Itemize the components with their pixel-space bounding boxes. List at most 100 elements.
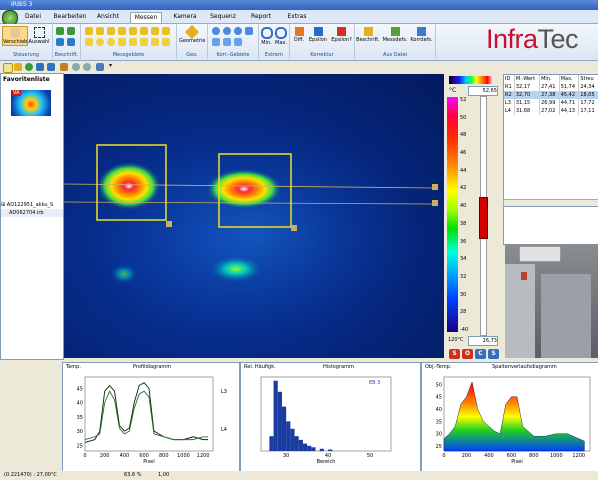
magic-tool-icon[interactable] [151,38,159,46]
scale-tick-label: 48 [460,132,467,139]
zoom-out-icon[interactable] [83,63,91,71]
epsilon-button[interactable]: Epsilon [308,26,328,43]
scale-tick-label: -40 [460,327,469,333]
favorite-thumbnail[interactable]: VA [11,90,51,116]
scale-s-button[interactable]: S [449,349,460,359]
line-handle-l3[interactable] [432,184,438,190]
tab-ansicht[interactable]: Ansicht [94,12,122,22]
x-tick-label: 30 [283,453,289,459]
thermal-image[interactable] [64,74,444,358]
verschieben-button[interactable]: Verschieb. [2,26,29,46]
korr-circle-icon[interactable] [223,27,231,35]
korr-free-icon[interactable] [234,38,242,46]
title-bar: IRBIS 3 [0,0,598,10]
forward-arrow-icon[interactable] [47,63,55,71]
scale-range-label: 120°C [448,337,464,343]
diff-button[interactable]: Diff. [291,26,307,43]
auswahl-button[interactable]: Auswahl [28,26,50,45]
tab-messen[interactable]: Messen [130,12,162,23]
tab-report[interactable]: Report [248,12,274,22]
menu-bar: Datei Bearbeiten Ansicht Messen Kamera S… [0,10,598,26]
scale-s2-button[interactable]: S [488,349,499,359]
messdefs-button[interactable]: Messdefs. [382,26,408,43]
line-tool-icon[interactable] [96,27,104,35]
scale-c-button[interactable]: C [475,349,486,359]
file-item[interactable]: ⊞ AD122951_akku_S [1,201,63,209]
histogram-chart[interactable]: 30 40 50BereichEB 3 [241,371,420,471]
roi-handle-r1[interactable] [166,221,172,227]
scale-tick-label: 36 [460,238,467,245]
scale-min-input[interactable]: 26,73 [468,336,498,346]
move-label-icon[interactable] [56,38,64,46]
column-chart[interactable]: 5045403530250 200 400 600 800 1000 1200Pixel [422,371,598,471]
table-row[interactable]: L4 31,68 27,02 44,13 17,11 [504,107,598,115]
histogram-bar [269,436,274,451]
diff-icon [294,27,304,36]
open-folder-icon[interactable] [14,63,22,71]
polygon-tool-icon[interactable] [118,38,126,46]
table-row[interactable]: R2 32,70 27,38 45,42 18,05 [504,91,598,99]
new-file-icon[interactable] [3,63,13,73]
table-row[interactable]: R1 32,17 27,41 51,74 24,34 [504,83,598,91]
back-arrow-icon[interactable] [36,63,44,71]
y-tick-label: 30 [436,432,442,438]
x-axis-label: Pixel [511,459,523,465]
rectangle-tool-icon[interactable] [85,38,93,46]
min-button[interactable]: Min. [260,26,273,46]
table-row[interactable]: L3 31,15 26,99 44,71 17,72 [504,99,598,107]
tab-bearbeiten[interactable]: Bearbeiten [52,12,88,22]
palette-selector[interactable] [449,76,493,84]
layers-icon[interactable] [96,63,104,71]
x-tick-label: 1000 [177,453,190,459]
group-extrem: Min. Max. Extrem [259,24,290,59]
edit-label-icon[interactable] [67,27,75,35]
add-label-icon[interactable] [56,27,64,35]
quick-toolbar: ▾ [0,61,598,73]
delete-label-icon[interactable] [67,38,75,46]
point-tool-icon[interactable] [85,27,93,35]
scale-max-input[interactable]: 52,65 [468,86,498,96]
brush-icon[interactable] [60,63,68,71]
fill-tool-icon[interactable] [162,38,170,46]
profile-chart[interactable]: 45403530250 200 400 600 800 1000 1200PixelL3L4 [63,371,239,471]
geometrie-button[interactable]: Geometrie [179,24,205,44]
max-button[interactable]: Max. [274,26,288,46]
visual-photo[interactable] [505,244,598,358]
circle-tool-icon[interactable] [107,38,115,46]
file-item-selected[interactable]: AD062704.irb [1,209,63,217]
star-tool-icon[interactable] [129,38,137,46]
line-handle-l4[interactable] [432,200,438,206]
beschrift-load-button[interactable]: Beschrift. [356,26,380,43]
x-axis-label: Bereich [317,459,336,465]
epsilon-query-button[interactable]: Epsilon? [330,26,353,43]
scale-range-slider[interactable] [479,197,488,239]
refresh-icon[interactable] [25,63,33,71]
y-tick-label: 35 [77,415,83,421]
customize-chevron-icon[interactable]: ▾ [109,62,112,69]
korr-poly-icon[interactable] [212,38,220,46]
roi-handle-r2[interactable] [291,225,297,231]
korr-ellipse-icon[interactable] [234,27,242,35]
korrdefs-button[interactable]: Korrdefs. [409,26,434,43]
tab-sequenz[interactable]: Sequenz [208,12,238,22]
scale-tick-label: 52 [460,97,467,103]
arrow-tool-icon[interactable] [162,27,170,35]
region-tool-icon[interactable] [140,38,148,46]
korr-line-icon[interactable] [223,38,231,46]
cross-tool-icon[interactable] [151,27,159,35]
korr-rect-icon[interactable] [245,27,253,35]
angle-tool-icon[interactable] [140,27,148,35]
korr-point-icon[interactable] [212,27,220,35]
scale-o-button[interactable]: O [462,349,473,359]
tab-datei[interactable]: Datei [22,12,44,22]
table-header: ID M.-Wert Min. Max. Streu [504,75,598,83]
scale-tick-label: 50 [460,114,467,121]
curve-tool-icon[interactable] [118,27,126,35]
tab-kamera[interactable]: Kamera [170,12,200,22]
tab-extras[interactable]: Extras [284,12,310,22]
polyline-tool-icon[interactable] [107,27,115,35]
y-tick-label: 40 [436,407,442,413]
zoom-in-icon[interactable] [72,63,80,71]
freehand-tool-icon[interactable] [129,27,137,35]
ellipse-tool-icon[interactable] [96,38,104,46]
